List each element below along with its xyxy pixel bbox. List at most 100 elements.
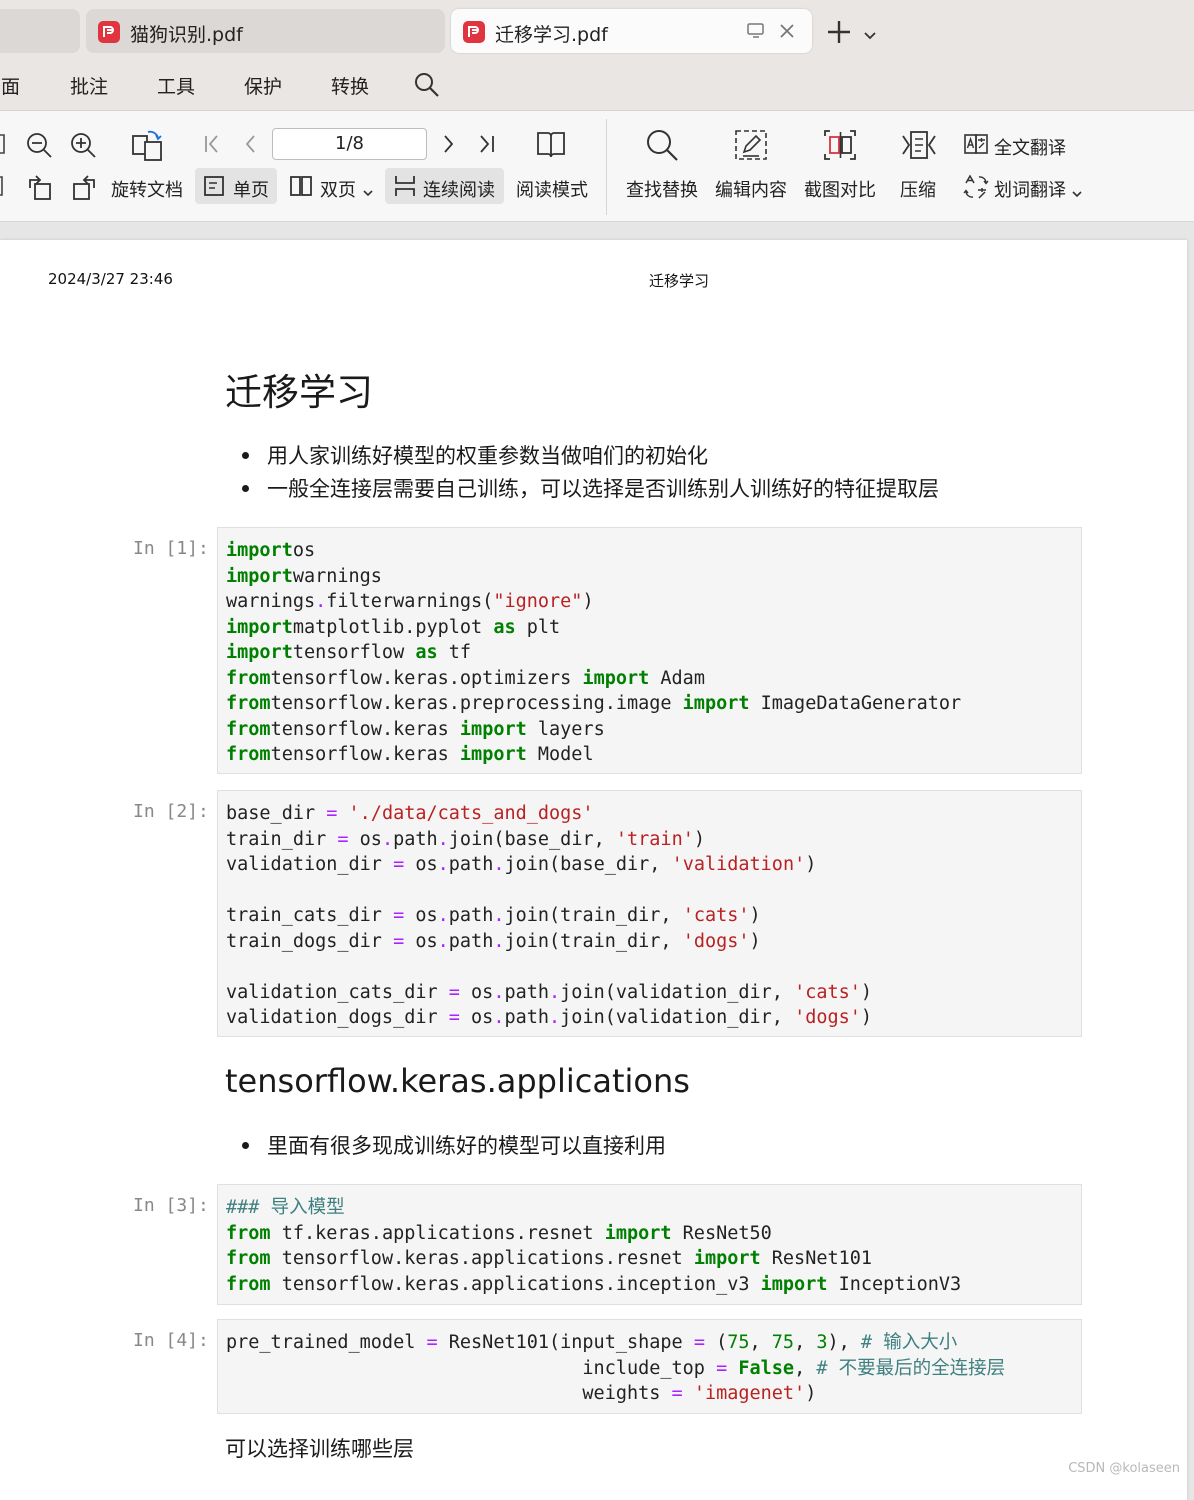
code-token: pre_trained_model bbox=[226, 1332, 427, 1353]
tab-cat-dog-pdf[interactable]: 猫狗识别.pdf bbox=[86, 9, 445, 53]
code-token: 'validation' bbox=[671, 854, 806, 875]
rotate-doc-icon[interactable] bbox=[130, 128, 164, 166]
full-translate-button[interactable]: 全文翻译 bbox=[994, 134, 1066, 160]
code-token: = bbox=[393, 905, 405, 926]
tab-bar: 猫狗识别.pdf 迁移学习.pdf bbox=[0, 0, 1194, 62]
code-token: ) bbox=[860, 1007, 873, 1028]
pdf-app-icon bbox=[98, 21, 120, 43]
document-viewer[interactable]: 2024/3/27 23:46 迁移学习 迁移学习 用人家训练好模型的权重参数当… bbox=[0, 222, 1194, 1500]
code-token: base_dir bbox=[226, 803, 327, 824]
menu-annotate[interactable]: 批注 bbox=[70, 72, 108, 99]
screenshot-compare-button[interactable]: 截图对比 bbox=[804, 176, 876, 202]
code-token: ImageDataGenerator bbox=[749, 693, 962, 714]
code-token: from bbox=[226, 1248, 271, 1269]
last-page-icon[interactable] bbox=[478, 132, 498, 160]
code-token: , bbox=[794, 1357, 817, 1379]
chevron-down-icon[interactable] bbox=[864, 26, 876, 45]
compress-button[interactable]: 压缩 bbox=[900, 176, 936, 202]
double-page-button[interactable]: 双页 bbox=[283, 168, 377, 204]
page-number-input[interactable]: 1/8 bbox=[272, 128, 427, 160]
code-token: join(validation_dir, bbox=[560, 1007, 795, 1028]
menu-page[interactable]: 页面 bbox=[0, 72, 20, 99]
prev-page-icon[interactable] bbox=[242, 132, 258, 160]
code-token: ) bbox=[582, 591, 594, 612]
code-token: os bbox=[459, 981, 494, 1003]
menu-protect[interactable]: 保护 bbox=[244, 72, 282, 99]
code-token: . bbox=[437, 854, 449, 875]
list-item: 一般全连接层需要自己训练，可以选择是否训练别人训练好的特征提取层 bbox=[242, 473, 939, 503]
code-token: . bbox=[437, 828, 449, 850]
zoom-out-icon[interactable] bbox=[25, 131, 53, 163]
code-token: ) bbox=[805, 1383, 817, 1404]
screenshot-compare-icon[interactable] bbox=[822, 128, 858, 166]
window-icon[interactable] bbox=[746, 22, 766, 44]
menu-convert[interactable]: 转换 bbox=[331, 72, 369, 99]
tab-transfer-learning-pdf[interactable]: 迁移学习.pdf bbox=[451, 9, 812, 53]
tab-previous[interactable] bbox=[0, 9, 80, 53]
single-page-button[interactable]: 单页 bbox=[195, 168, 277, 204]
code-cell: base_dir = './data/cats_and_dogs' train_… bbox=[217, 790, 1082, 1037]
code-token: train_cats_dir bbox=[226, 905, 394, 926]
compress-icon[interactable] bbox=[901, 128, 937, 166]
edit-content-button[interactable]: 编辑内容 bbox=[715, 176, 787, 202]
code-token: = bbox=[716, 1357, 728, 1379]
reading-mode-icon[interactable] bbox=[535, 129, 567, 165]
new-tab-icon[interactable] bbox=[826, 19, 852, 49]
select-icon[interactable] bbox=[0, 133, 8, 159]
menu-tools[interactable]: 工具 bbox=[157, 72, 195, 99]
code-token: os bbox=[348, 828, 382, 850]
code-token: from bbox=[226, 693, 271, 714]
code-cell: importos importwarnings warnings.filterw… bbox=[217, 527, 1082, 774]
code-token: 'imagenet' bbox=[693, 1383, 806, 1404]
code-token: from bbox=[226, 744, 271, 765]
close-icon[interactable] bbox=[778, 22, 796, 44]
edit-content-icon[interactable] bbox=[733, 128, 769, 166]
code-token: . bbox=[437, 905, 449, 926]
code-token: 输入大小 bbox=[883, 1332, 958, 1353]
tab-title: 猫狗识别.pdf bbox=[130, 24, 243, 46]
code-token: tf.keras.applications.resnet bbox=[270, 1222, 605, 1244]
rotate-doc-button[interactable]: 旋转文档 bbox=[111, 176, 183, 202]
code-token: tensorflow.keras.applications.inception_… bbox=[270, 1273, 761, 1295]
reading-mode-button[interactable]: 阅读模式 bbox=[516, 176, 588, 202]
rotate-left-icon[interactable] bbox=[26, 174, 54, 206]
code-token: . bbox=[315, 591, 327, 612]
double-page-icon bbox=[289, 175, 313, 201]
zoom-in-icon[interactable] bbox=[69, 131, 97, 163]
code-token: InceptionV3 bbox=[827, 1273, 962, 1295]
full-translate-icon[interactable] bbox=[963, 133, 989, 161]
rotate-right-icon[interactable] bbox=[70, 174, 98, 206]
code-token: warnings bbox=[226, 591, 316, 612]
find-replace-button[interactable]: 查找替换 bbox=[626, 176, 698, 202]
continuous-read-label: 连续阅读 bbox=[423, 180, 495, 201]
cell-prompt: In [2]: bbox=[133, 801, 209, 822]
code-token: tensorflow.keras.optimizers bbox=[270, 667, 583, 689]
tab-title: 迁移学习.pdf bbox=[495, 24, 608, 46]
single-page-icon bbox=[203, 175, 225, 201]
word-translate-icon[interactable] bbox=[963, 174, 989, 204]
cell-prompt: In [1]: bbox=[133, 538, 209, 559]
chevron-down-icon[interactable] bbox=[1072, 184, 1082, 203]
code-token: . bbox=[493, 930, 505, 952]
code-token: . bbox=[549, 981, 561, 1003]
word-translate-button[interactable]: 划词翻译 bbox=[994, 176, 1066, 202]
code-token: path bbox=[504, 1007, 550, 1028]
search-icon[interactable] bbox=[413, 71, 441, 103]
page-header-title: 迁移学习 bbox=[649, 272, 710, 290]
code-token: from bbox=[226, 1222, 271, 1244]
code-token: ( bbox=[704, 1332, 728, 1353]
code-token: from bbox=[226, 718, 271, 740]
code-token: weights bbox=[226, 1383, 672, 1404]
code-token: . bbox=[381, 828, 394, 850]
code-token: import bbox=[226, 565, 293, 587]
page-icon[interactable] bbox=[0, 175, 8, 201]
continuous-read-button[interactable]: 连续阅读 bbox=[385, 168, 504, 204]
find-replace-icon[interactable] bbox=[644, 127, 680, 167]
first-page-icon[interactable] bbox=[203, 132, 221, 160]
code-token: filterwarnings( bbox=[326, 591, 494, 612]
code-token: './data/cats_and_dogs' bbox=[348, 803, 594, 824]
next-page-icon[interactable] bbox=[441, 132, 457, 160]
code-token: ), bbox=[827, 1332, 861, 1353]
toolbar-divider bbox=[606, 119, 607, 215]
page-header-date: 2024/3/27 23:46 bbox=[48, 270, 173, 288]
